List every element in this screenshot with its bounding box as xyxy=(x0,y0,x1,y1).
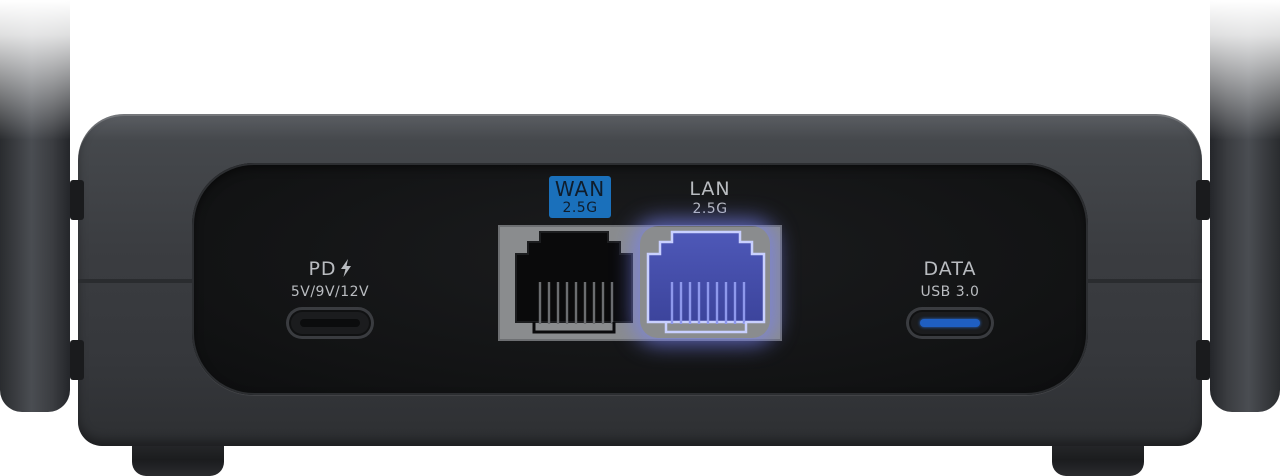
right-hinge-bottom xyxy=(1196,340,1210,380)
pd-label: PD xyxy=(308,258,337,280)
wan-ethernet-port[interactable] xyxy=(512,228,636,336)
data-label: DATA xyxy=(923,258,977,280)
lan-sublabel: 2.5G xyxy=(692,201,728,217)
pd-sublabel: 5V/9V/12V xyxy=(290,284,370,300)
wan-badge: WAN 2.5G xyxy=(549,176,611,218)
left-hinge-top xyxy=(70,180,84,220)
data-port-tongue xyxy=(920,319,980,327)
right-antenna-fade xyxy=(1200,0,1280,140)
pd-usbc-port[interactable] xyxy=(286,307,374,339)
data-sublabel: USB 3.0 xyxy=(920,284,980,300)
data-usbc-port[interactable] xyxy=(906,307,994,339)
right-seam xyxy=(1080,279,1202,283)
lan-label: LAN xyxy=(689,178,731,200)
left-hinge-bottom xyxy=(70,340,84,380)
left-seam xyxy=(78,279,200,283)
lan-ethernet-port[interactable] xyxy=(644,228,768,336)
wan-sublabel: 2.5G xyxy=(562,200,598,216)
wan-label: WAN xyxy=(554,177,606,201)
pd-port-tongue xyxy=(300,319,360,327)
left-antenna-fade xyxy=(0,0,80,140)
pd-label-group: PD xyxy=(298,258,362,280)
lightning-icon xyxy=(340,259,351,277)
right-hinge-top xyxy=(1196,180,1210,220)
